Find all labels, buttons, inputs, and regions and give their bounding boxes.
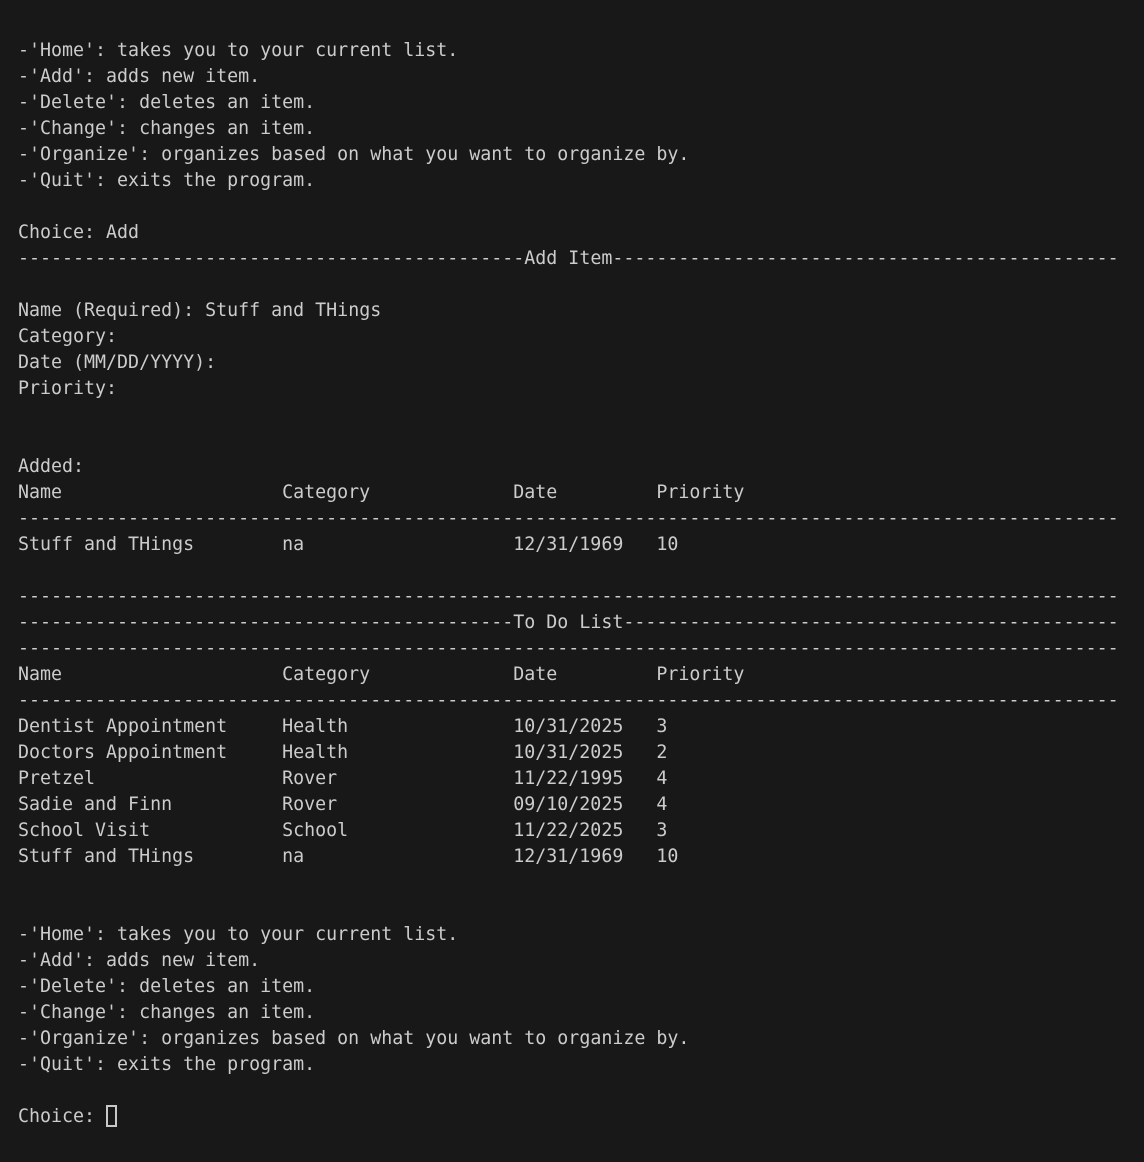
blank-line bbox=[18, 272, 1144, 298]
field-label: Category: bbox=[18, 326, 117, 347]
table-cell-name: Sadie and Finn bbox=[18, 792, 282, 818]
menu-line-quit: -'Quit': exits the program. bbox=[18, 168, 1144, 194]
blank-line bbox=[18, 428, 1144, 454]
table-header-cell: Name bbox=[18, 662, 282, 688]
table-cell-date: 10/31/2025 bbox=[513, 740, 656, 766]
choice-input-line[interactable]: Choice: bbox=[18, 1104, 1144, 1130]
table-cell-category: Rover bbox=[282, 792, 513, 818]
table-cell-date: 12/31/1969 bbox=[513, 844, 656, 870]
table-cell-date: 09/10/2025 bbox=[513, 792, 656, 818]
choice-line-answered: Choice: Add bbox=[18, 220, 1144, 246]
added-table-header: NameCategoryDatePriority bbox=[18, 480, 1144, 506]
added-label: Added: bbox=[18, 454, 1144, 480]
table-cell-priority: 4 bbox=[656, 792, 667, 818]
menu-line-delete: -'Delete': deletes an item. bbox=[18, 974, 1144, 1000]
menu-line-home: -'Home': takes you to your current list. bbox=[18, 38, 1144, 64]
blank-line bbox=[18, 558, 1144, 584]
table-cell-priority: 3 bbox=[656, 714, 667, 740]
table-header-cell: Priority bbox=[656, 662, 744, 688]
table-cell-date: 10/31/2025 bbox=[513, 714, 656, 740]
field-line-category: Category: bbox=[18, 324, 1144, 350]
table-cell-priority: 10 bbox=[656, 532, 678, 558]
blank-line bbox=[18, 402, 1144, 428]
todo-table-row: School VisitSchool11/22/20253 bbox=[18, 818, 1144, 844]
table-cell-priority: 10 bbox=[656, 844, 678, 870]
table-cell-date: 12/31/1969 bbox=[513, 532, 656, 558]
field-label: Name (Required): bbox=[18, 300, 194, 321]
table-cell-name: School Visit bbox=[18, 818, 282, 844]
menu-line-add: -'Add': adds new item. bbox=[18, 948, 1144, 974]
field-value: Stuff and THings bbox=[205, 300, 381, 321]
table-cell-category: Health bbox=[282, 740, 513, 766]
add-item-title-separator: ----------------------------------------… bbox=[18, 246, 1144, 272]
added-table-row: Stuff and THingsna12/31/196910 bbox=[18, 532, 1144, 558]
blank-line bbox=[18, 896, 1144, 922]
todo-table-row: Stuff and THingsna12/31/196910 bbox=[18, 844, 1144, 870]
table-header-cell: Priority bbox=[656, 480, 744, 506]
menu-line-quit: -'Quit': exits the program. bbox=[18, 1052, 1144, 1078]
menu-line-change: -'Change': changes an item. bbox=[18, 1000, 1144, 1026]
choice-typed-value: Add bbox=[106, 222, 139, 243]
table-cell-date: 11/22/1995 bbox=[513, 766, 656, 792]
table-cell-name: Dentist Appointment bbox=[18, 714, 282, 740]
menu-line-change: -'Change': changes an item. bbox=[18, 116, 1144, 142]
table-cell-name: Stuff and THings bbox=[18, 532, 282, 558]
table-header-cell: Name bbox=[18, 480, 282, 506]
table-cell-category: Health bbox=[282, 714, 513, 740]
table-cell-name: Stuff and THings bbox=[18, 844, 282, 870]
blank-line bbox=[18, 870, 1144, 896]
todo-table-row: Doctors AppointmentHealth10/31/20252 bbox=[18, 740, 1144, 766]
terminal-cursor bbox=[106, 1105, 117, 1127]
field-line-date: Date (MM/DD/YYYY): bbox=[18, 350, 1144, 376]
menu-line-add: -'Add': adds new item. bbox=[18, 64, 1144, 90]
table-header-cell: Category bbox=[282, 480, 513, 506]
table-cell-name: Pretzel bbox=[18, 766, 282, 792]
table-cell-name: Doctors Appointment bbox=[18, 740, 282, 766]
todo-table-row: Sadie and FinnRover09/10/20254 bbox=[18, 792, 1144, 818]
section-separator: ----------------------------------------… bbox=[18, 688, 1144, 714]
field-label: Priority: bbox=[18, 378, 117, 399]
table-cell-priority: 2 bbox=[656, 740, 667, 766]
menu-line-home: -'Home': takes you to your current list. bbox=[18, 922, 1144, 948]
choice-prompt: Choice: bbox=[18, 222, 95, 243]
field-line-name: Name (Required): Stuff and THings bbox=[18, 298, 1144, 324]
table-cell-category: na bbox=[282, 844, 513, 870]
blank-line bbox=[18, 194, 1144, 220]
todo-table-header: NameCategoryDatePriority bbox=[18, 662, 1144, 688]
section-separator: ----------------------------------------… bbox=[18, 584, 1144, 610]
table-cell-date: 11/22/2025 bbox=[513, 818, 656, 844]
blank-line bbox=[18, 1078, 1144, 1104]
table-header-cell: Date bbox=[513, 480, 656, 506]
choice-prompt: Choice: bbox=[18, 1106, 95, 1127]
section-separator: ----------------------------------------… bbox=[18, 506, 1144, 532]
terminal-window[interactable]: -'Home': takes you to your current list.… bbox=[0, 0, 1144, 1162]
field-label: Date (MM/DD/YYYY): bbox=[18, 352, 216, 373]
menu-line-organize: -'Organize': organizes based on what you… bbox=[18, 142, 1144, 168]
table-header-cell: Category bbox=[282, 662, 513, 688]
section-separator: ----------------------------------------… bbox=[18, 636, 1144, 662]
table-cell-priority: 3 bbox=[656, 818, 667, 844]
table-header-cell: Date bbox=[513, 662, 656, 688]
table-cell-category: Rover bbox=[282, 766, 513, 792]
menu-line-delete: -'Delete': deletes an item. bbox=[18, 90, 1144, 116]
todo-table-row: PretzelRover11/22/19954 bbox=[18, 766, 1144, 792]
menu-line-organize: -'Organize': organizes based on what you… bbox=[18, 1026, 1144, 1052]
todo-title-separator: ----------------------------------------… bbox=[18, 610, 1144, 636]
todo-table-row: Dentist AppointmentHealth10/31/20253 bbox=[18, 714, 1144, 740]
table-cell-category: na bbox=[282, 532, 513, 558]
table-cell-category: School bbox=[282, 818, 513, 844]
table-cell-priority: 4 bbox=[656, 766, 667, 792]
field-line-priority: Priority: bbox=[18, 376, 1144, 402]
